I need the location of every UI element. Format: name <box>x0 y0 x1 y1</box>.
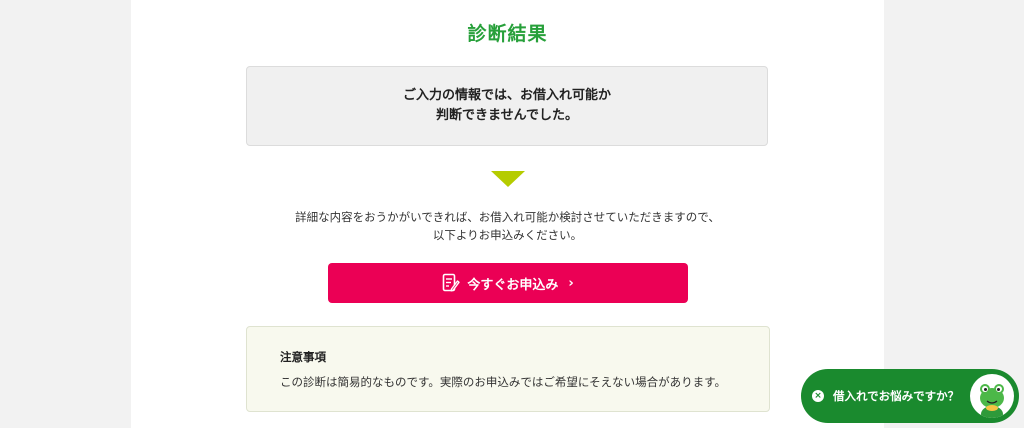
chat-close-icon[interactable]: × <box>812 390 824 402</box>
content-panel: 診断結果 ご入力の情報では、お借入れ可能か 判断できませんでした。 詳細な内容を… <box>131 0 884 428</box>
chat-widget-label: 借入れでお悩みですか？ <box>833 389 960 403</box>
page-title: 診断結果 <box>467 23 548 45</box>
apply-now-label: 今すぐお申込み <box>467 277 559 293</box>
notice-text: この診断は簡易的なものです。実際のお申込みではご希望にそえない場合があります。 <box>280 375 726 389</box>
down-arrow-icon <box>491 171 525 187</box>
description-line2: 以下よりお申込みください。 <box>432 228 583 242</box>
description-line1: 詳細な内容をおうかがいできれば、お借入れ可能か検討させていただきますので、 <box>295 210 720 224</box>
description: 詳細な内容をおうかがいできれば、お借入れ可能か検討させていただきますので、 以下… <box>131 208 884 244</box>
notice-title: 注意事項 <box>280 350 326 364</box>
result-box: ご入力の情報では、お借入れ可能か 判断できませんでした。 <box>246 66 768 146</box>
notice-box: 注意事項 この診断は簡易的なものです。実際のお申込みではご希望にそえない場合があ… <box>246 326 770 412</box>
form-edit-icon <box>443 273 461 292</box>
chevron-right-icon: › <box>568 275 574 291</box>
apply-now-button[interactable]: 今すぐお申込み › <box>328 263 688 303</box>
chat-widget[interactable]: × 借入れでお悩みですか？ <box>801 369 1019 423</box>
result-message-line1: ご入力の情報では、お借入れ可能か <box>402 88 611 103</box>
frog-mascot-icon <box>970 374 1014 418</box>
result-message-line2: 判断できませんでした。 <box>436 108 578 123</box>
